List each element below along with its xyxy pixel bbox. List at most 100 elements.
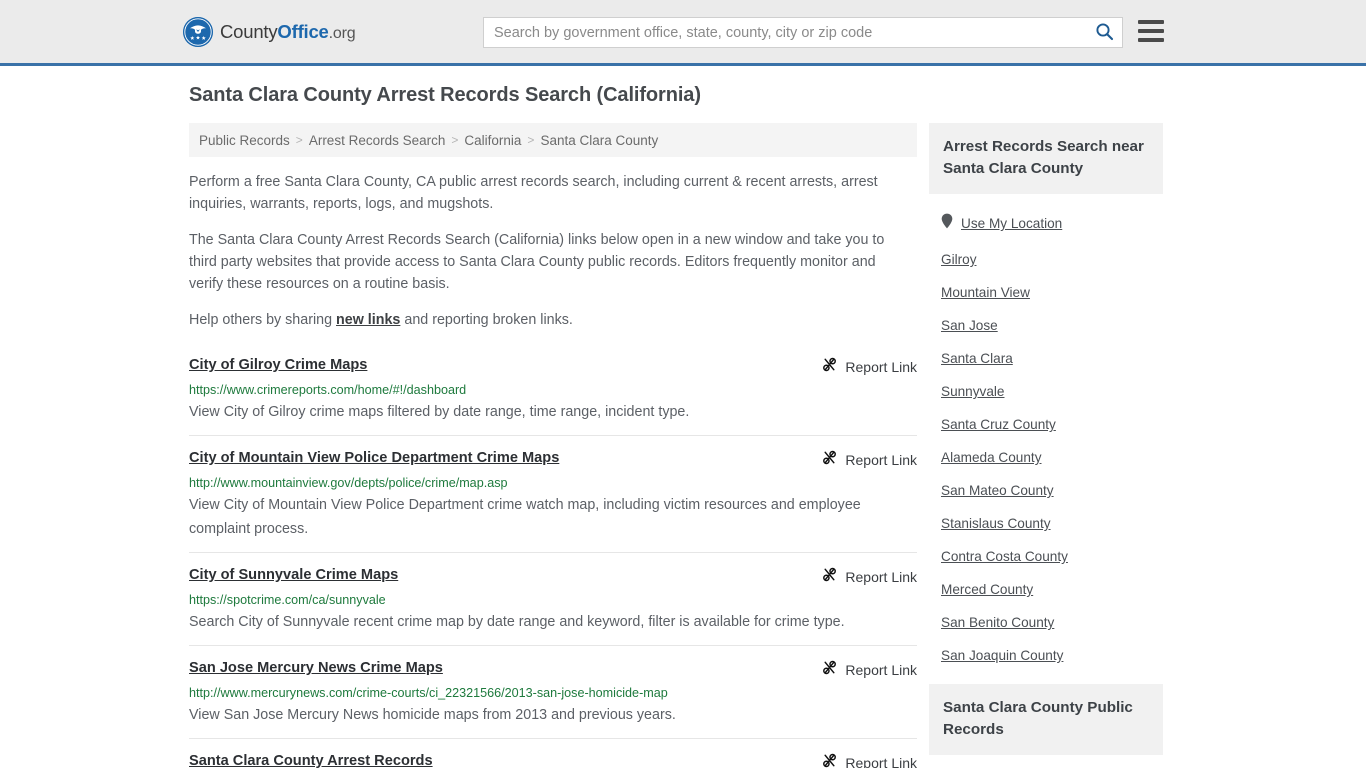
sidebar-link-label[interactable]: Stanislaus County (941, 516, 1051, 531)
sidebar-link-label[interactable]: Merced County (941, 582, 1033, 597)
breadcrumb-item-public-records[interactable]: Public Records (199, 133, 290, 148)
breadcrumb-separator: > (527, 133, 535, 147)
page-title: Santa Clara County Arrest Records Search… (189, 84, 701, 106)
search-button[interactable] (1086, 18, 1122, 47)
report-link-button[interactable]: Report Link (821, 751, 917, 768)
result-header: Santa Clara County Arrest Records Report… (189, 751, 917, 768)
result-header: City of Mountain View Police Department … (189, 448, 917, 471)
hamburger-menu-icon[interactable] (1138, 20, 1164, 42)
sidebar-link-label[interactable]: Sunnyvale (941, 384, 1004, 399)
breadcrumb-separator: > (295, 133, 303, 147)
sidebar: Arrest Records Search near Santa Clara C… (929, 123, 1163, 761)
breadcrumb-item-california[interactable]: California (464, 133, 521, 148)
sidebar-link-label[interactable]: San Joaquin County (941, 648, 1063, 663)
site-header: CountyOffice.org (0, 0, 1366, 66)
brand-part-office: Office (277, 20, 329, 42)
sidebar-item-alameda-county[interactable]: Alameda County (929, 441, 1163, 474)
sidebar-item-san-benito-county[interactable]: San Benito County (929, 606, 1163, 639)
report-link-label: Report Link (845, 452, 917, 468)
eagle-stars-seal-icon (183, 16, 213, 47)
page-container: Santa Clara County Arrest Records Search… (183, 66, 1183, 768)
result-item: Santa Clara County Arrest Records Report… (189, 738, 917, 768)
new-links-link[interactable]: new links (336, 312, 400, 328)
sidebar-item-santa-clara[interactable]: Santa Clara (929, 342, 1163, 375)
map-pin-icon (941, 213, 953, 234)
result-title-link[interactable]: City of Gilroy Crime Maps (189, 355, 367, 375)
breadcrumb-separator: > (451, 133, 459, 147)
result-header: City of Gilroy Crime Maps Report Link (189, 355, 917, 378)
result-description: View City of Gilroy crime maps filtered … (189, 404, 690, 420)
sidebar-link-label[interactable]: San Benito County (941, 615, 1054, 630)
sidebar-item-sunnyvale[interactable]: Sunnyvale (929, 375, 1163, 408)
broken-link-icon (821, 449, 838, 471)
result-url[interactable]: http://www.mountainview.gov/depts/police… (189, 475, 917, 492)
site-logo[interactable]: CountyOffice.org (183, 16, 356, 47)
main-column: Public Records > Arrest Records Search >… (189, 123, 917, 768)
intro-text: Perform a free Santa Clara County, CA pu… (189, 171, 917, 331)
sidebar-public-records-box: Santa Clara County Public Records (929, 684, 1163, 755)
sidebar-item-santa-cruz-county[interactable]: Santa Cruz County (929, 408, 1163, 441)
report-link-button[interactable]: Report Link (821, 565, 917, 588)
report-link-button[interactable]: Report Link (821, 658, 917, 681)
search-input[interactable] (484, 18, 1086, 47)
report-link-label: Report Link (845, 359, 917, 375)
sidebar-link-label[interactable]: Contra Costa County (941, 549, 1068, 564)
sidebar-item-san-joaquin-county[interactable]: San Joaquin County (929, 639, 1163, 672)
breadcrumb-item-santa-clara-county[interactable]: Santa Clara County (540, 133, 658, 148)
sidebar-link-label[interactable]: San Mateo County (941, 483, 1054, 498)
intro-paragraph-1: Perform a free Santa Clara County, CA pu… (189, 174, 878, 212)
broken-link-icon (821, 659, 838, 681)
broken-link-icon (821, 566, 838, 588)
sidebar-item-san-jose[interactable]: San Jose (929, 309, 1163, 342)
breadcrumb: Public Records > Arrest Records Search >… (189, 123, 917, 157)
report-link-button[interactable]: Report Link (821, 448, 917, 471)
sidebar-link-label[interactable]: Alameda County (941, 450, 1042, 465)
sidebar-item-gilroy[interactable]: Gilroy (929, 243, 1163, 276)
intro-paragraph-2: The Santa Clara County Arrest Records Se… (189, 232, 885, 292)
result-title-link[interactable]: City of Sunnyvale Crime Maps (189, 565, 398, 585)
breadcrumb-item-arrest-records-search[interactable]: Arrest Records Search (309, 133, 446, 148)
result-description: Search City of Sunnyvale recent crime ma… (189, 614, 845, 630)
use-my-location-label[interactable]: Use My Location (961, 216, 1062, 231)
result-url[interactable]: http://www.mercurynews.com/crime-courts/… (189, 685, 917, 702)
result-title-link[interactable]: Santa Clara County Arrest Records (189, 751, 433, 768)
result-item: City of Mountain View Police Department … (189, 435, 917, 552)
results-list: City of Gilroy Crime Maps Report Link ht… (189, 347, 917, 768)
sidebar-item-mountain-view[interactable]: Mountain View (929, 276, 1163, 309)
result-item: City of Sunnyvale Crime Maps Report Link… (189, 552, 917, 645)
result-title-link[interactable]: City of Mountain View Police Department … (189, 448, 559, 468)
brand-part-tld: .org (328, 24, 356, 42)
intro-p3-after: and reporting broken links. (400, 312, 573, 328)
sidebar-link-label[interactable]: Gilroy (941, 252, 977, 267)
sidebar-item-stanislaus-county[interactable]: Stanislaus County (929, 507, 1163, 540)
result-url[interactable]: https://www.crimereports.com/home/#!/das… (189, 382, 917, 399)
report-link-label: Report Link (845, 755, 917, 768)
sidebar-item-contra-costa-county[interactable]: Contra Costa County (929, 540, 1163, 573)
result-description: View San Jose Mercury News homicide maps… (189, 707, 676, 723)
intro-p3-before: Help others by sharing (189, 312, 337, 328)
result-header: San Jose Mercury News Crime Maps Report … (189, 658, 917, 681)
sidebar-item-san-mateo-county[interactable]: San Mateo County (929, 474, 1163, 507)
brand-part-county: County (220, 20, 278, 42)
sidebar-nearby-box: Arrest Records Search near Santa Clara C… (929, 123, 1163, 672)
sidebar-nearby-links: Use My Location Gilroy Mountain View San… (929, 194, 1163, 672)
sidebar-item-use-my-location[interactable]: Use My Location (929, 204, 1163, 243)
result-item: San Jose Mercury News Crime Maps Report … (189, 645, 917, 738)
sidebar-link-label[interactable]: Santa Clara (941, 351, 1013, 366)
site-logo-text: CountyOffice.org (220, 20, 356, 43)
sidebar-link-label[interactable]: Santa Cruz County (941, 417, 1056, 432)
broken-link-icon (821, 356, 838, 378)
intro-paragraph-3: Help others by sharing new links and rep… (189, 309, 897, 331)
report-link-button[interactable]: Report Link (821, 355, 917, 378)
sidebar-item-merced-county[interactable]: Merced County (929, 573, 1163, 606)
result-url[interactable]: https://spotcrime.com/ca/sunnyvale (189, 592, 917, 609)
result-title-link[interactable]: San Jose Mercury News Crime Maps (189, 658, 443, 678)
result-item: City of Gilroy Crime Maps Report Link ht… (189, 347, 917, 435)
search-bar[interactable] (483, 17, 1123, 48)
report-link-label: Report Link (845, 662, 917, 678)
sidebar-link-label[interactable]: San Jose (941, 318, 998, 333)
sidebar-public-records-heading: Santa Clara County Public Records (929, 684, 1163, 755)
broken-link-icon (821, 752, 838, 768)
sidebar-link-label[interactable]: Mountain View (941, 285, 1030, 300)
sidebar-nearby-heading: Arrest Records Search near Santa Clara C… (929, 123, 1163, 194)
